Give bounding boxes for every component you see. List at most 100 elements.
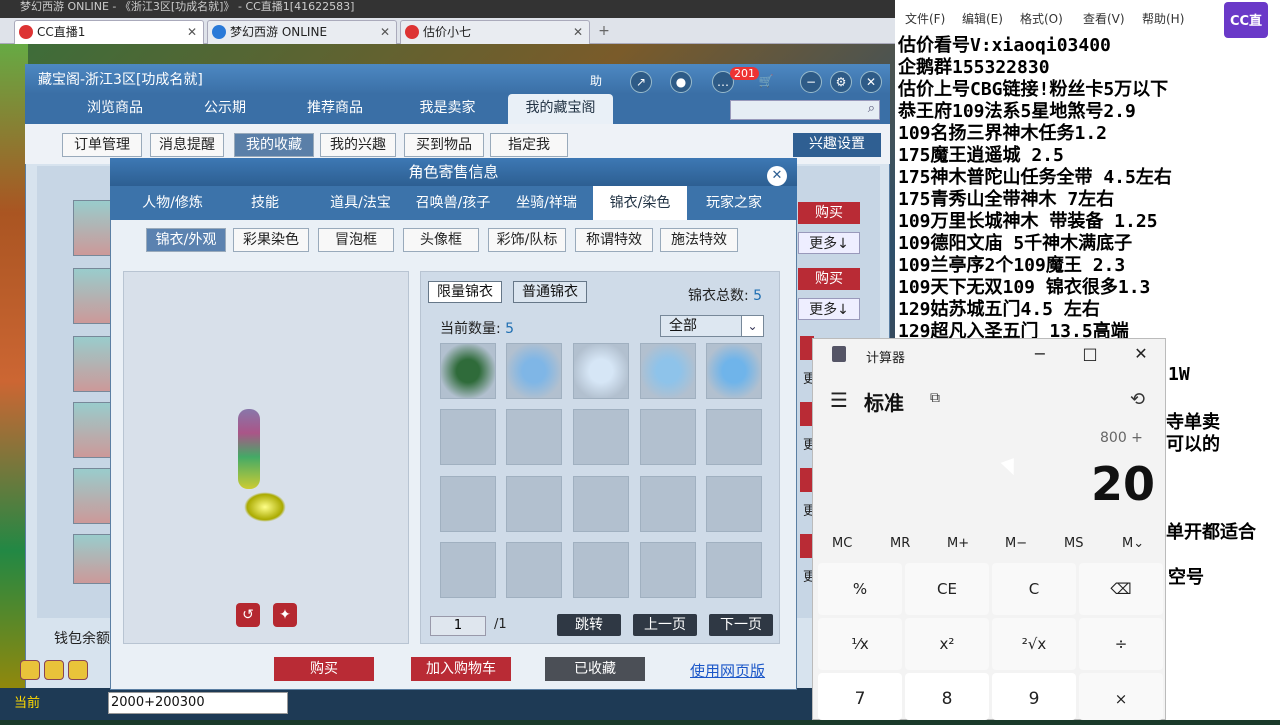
web-version-link[interactable]: 使用网页版: [690, 660, 765, 681]
limited-outfits-tab[interactable]: 限量锦衣: [428, 281, 502, 303]
calc-key[interactable]: 9: [992, 673, 1076, 720]
nav-public[interactable]: 公示期: [185, 94, 265, 124]
role-avatar[interactable]: [73, 534, 111, 584]
favorited-button[interactable]: 已收藏: [545, 657, 645, 681]
chat-input[interactable]: 2000+200300: [108, 692, 288, 714]
outfit-item[interactable]: [440, 343, 496, 399]
calc-key[interactable]: %: [818, 563, 902, 615]
keep-on-top-icon[interactable]: ⧉: [930, 390, 940, 406]
chevron-down-icon[interactable]: ⌄: [741, 316, 763, 336]
nav-seller[interactable]: 我是卖家: [405, 94, 490, 124]
menu-edit[interactable]: 编辑(E): [962, 10, 1003, 27]
buy-button[interactable]: 购买: [798, 202, 860, 224]
page-input[interactable]: 1: [430, 616, 486, 636]
menu-help[interactable]: 帮助(H): [1142, 10, 1184, 27]
calc-key[interactable]: ²√x: [992, 618, 1076, 670]
share-icon[interactable]: ↗: [630, 71, 652, 93]
calc-key[interactable]: 7: [818, 673, 902, 720]
subtab-avatar-frame[interactable]: 头像框: [403, 228, 479, 252]
close-icon[interactable]: ✕: [573, 21, 583, 43]
tab-skills[interactable]: 技能: [235, 186, 295, 220]
minimize-icon[interactable]: −: [800, 71, 822, 93]
outfit-item[interactable]: [573, 343, 629, 399]
calc-key[interactable]: ÷: [1079, 618, 1163, 670]
normal-outfits-tab[interactable]: 普通锦衣: [513, 281, 587, 303]
tab-items[interactable]: 道具/法宝: [318, 186, 403, 220]
calc-key[interactable]: CE: [905, 563, 989, 615]
buy-button[interactable]: 购买: [274, 657, 374, 681]
rotate-icon[interactable]: ↺: [236, 603, 260, 627]
prev-page-button[interactable]: 上一页: [633, 614, 697, 636]
tab-home[interactable]: 玩家之家: [692, 186, 776, 220]
nav-browse[interactable]: 浏览商品: [70, 94, 160, 124]
subnav-messages[interactable]: 消息提醒: [150, 133, 224, 157]
close-icon[interactable]: ✕: [767, 166, 787, 186]
role-avatar[interactable]: [73, 402, 111, 458]
subnav-designated[interactable]: 指定我: [490, 133, 568, 157]
more-button[interactable]: 更多↓: [798, 232, 860, 254]
calc-key[interactable]: x²: [905, 618, 989, 670]
calc-key[interactable]: ⌫: [1079, 563, 1163, 615]
tab-menghuan[interactable]: 梦幻西游 ONLINE ✕: [207, 20, 397, 44]
subtab-appearance[interactable]: 锦衣/外观: [146, 228, 226, 252]
maximize-icon[interactable]: □: [1075, 342, 1105, 366]
settings-icon[interactable]: ⚙: [830, 71, 852, 93]
interest-settings-button[interactable]: 兴趣设置: [793, 133, 881, 157]
menu-view[interactable]: 查看(V): [1083, 10, 1125, 27]
memory-key[interactable]: MR: [890, 536, 910, 551]
menu-format[interactable]: 格式(O): [1020, 10, 1063, 27]
tab-mounts[interactable]: 坐骑/祥瑞: [504, 186, 589, 220]
cart-icon[interactable]: 🛒: [755, 71, 777, 93]
action-icon[interactable]: ✦: [273, 603, 297, 627]
close-icon[interactable]: ✕: [860, 71, 882, 93]
jump-button[interactable]: 跳转: [557, 614, 621, 636]
subnav-favorites[interactable]: 我的收藏: [234, 133, 314, 157]
tab-pets[interactable]: 召唤兽/孩子: [407, 186, 499, 220]
nav-recommend[interactable]: 推荐商品: [290, 94, 380, 124]
subnav-bought[interactable]: 买到物品: [404, 133, 484, 157]
calc-key[interactable]: ¹⁄x: [818, 618, 902, 670]
close-icon[interactable]: ✕: [380, 21, 390, 43]
outfit-item[interactable]: [506, 343, 562, 399]
menu-file[interactable]: 文件(F): [905, 10, 945, 27]
subtab-cast-effect[interactable]: 施法特效: [660, 228, 738, 252]
search-icon[interactable]: ⌕: [868, 101, 875, 116]
record-icon[interactable]: ●: [670, 71, 692, 93]
calc-key[interactable]: C: [992, 563, 1076, 615]
subtab-decor[interactable]: 彩饰/队标: [488, 228, 566, 252]
tab-appraise[interactable]: 估价小七 ✕: [400, 20, 590, 44]
nav-my-cbg[interactable]: 我的藏宝阁: [508, 94, 613, 124]
calc-key[interactable]: 8: [905, 673, 989, 720]
tab-outfits[interactable]: 锦衣/染色: [593, 186, 687, 220]
subnav-interests[interactable]: 我的兴趣: [320, 133, 396, 157]
add-cart-button[interactable]: 加入购物车: [411, 657, 511, 681]
tab-cc-live[interactable]: CC直播1 ✕: [14, 20, 204, 44]
arrow-left-icon[interactable]: [20, 660, 40, 680]
memory-key[interactable]: MC: [832, 536, 852, 551]
role-avatar[interactable]: [73, 336, 111, 392]
memory-key[interactable]: M−: [1005, 536, 1027, 551]
close-icon[interactable]: ✕: [187, 21, 197, 43]
subtab-bubble[interactable]: 冒泡框: [318, 228, 394, 252]
history-icon[interactable]: ⟲: [1130, 389, 1145, 410]
subnav-orders[interactable]: 订单管理: [62, 133, 142, 157]
menu-icon[interactable]: ☰: [830, 388, 848, 412]
minimize-icon[interactable]: −: [1025, 342, 1055, 366]
arrow-up-icon[interactable]: [44, 660, 64, 680]
subtab-dye[interactable]: 彩果染色: [233, 228, 309, 252]
close-icon[interactable]: ✕: [1126, 342, 1156, 366]
search-input[interactable]: ⌕: [730, 100, 880, 120]
buy-button[interactable]: 购买: [798, 268, 860, 290]
memory-key[interactable]: MS: [1064, 536, 1083, 551]
role-avatar[interactable]: [73, 268, 111, 324]
arrow-down-icon[interactable]: [68, 660, 88, 680]
new-tab-button[interactable]: +: [595, 22, 613, 40]
next-page-button[interactable]: 下一页: [709, 614, 773, 636]
outfit-item[interactable]: [640, 343, 696, 399]
role-avatar[interactable]: [73, 200, 111, 256]
subtab-title-effect[interactable]: 称谓特效: [575, 228, 653, 252]
calc-key[interactable]: ×: [1079, 673, 1163, 720]
outfit-item[interactable]: [706, 343, 762, 399]
memory-key[interactable]: M⌄: [1122, 536, 1144, 551]
tab-character[interactable]: 人物/修炼: [130, 186, 215, 220]
